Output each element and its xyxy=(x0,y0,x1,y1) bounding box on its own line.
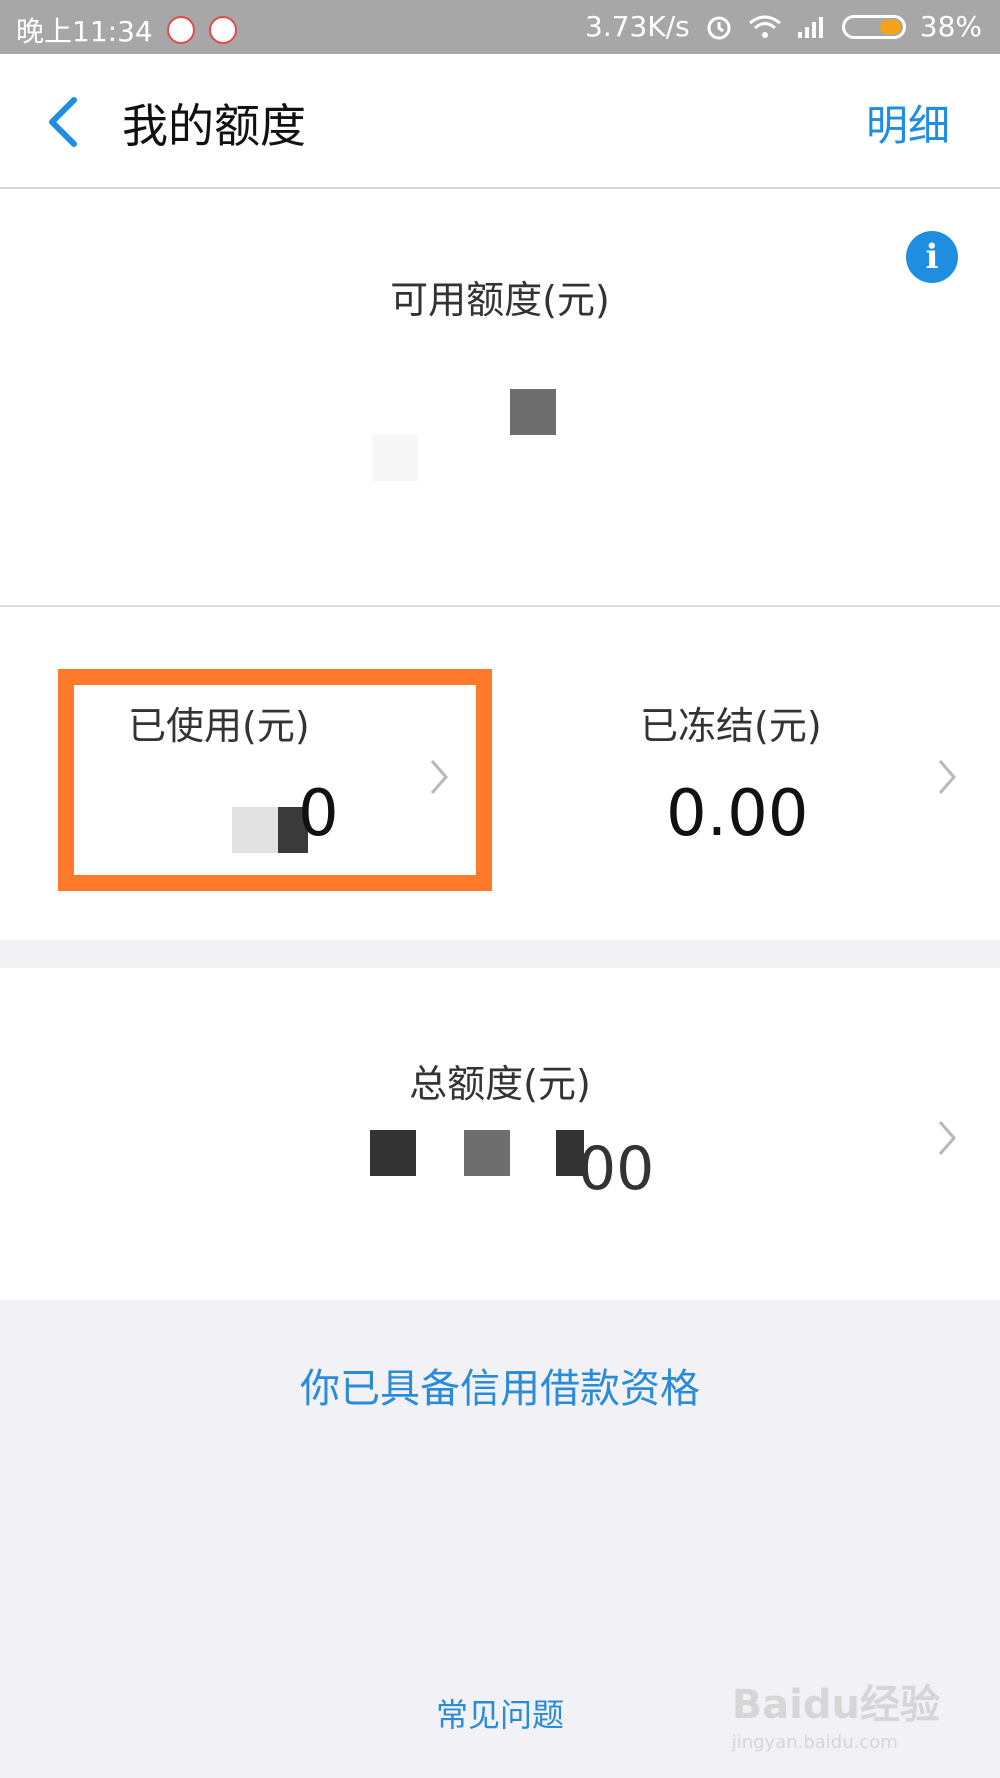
watermark-brand: Baidu经验 xyxy=(731,1682,940,1728)
obscured-total-value xyxy=(370,1130,416,1176)
battery-icon xyxy=(841,14,906,39)
wifi-icon xyxy=(748,15,781,38)
notification-app-icon xyxy=(166,16,195,44)
used-credit-cell[interactable]: 已使用(元) 0 xyxy=(0,607,500,940)
obscured-available-value-2 xyxy=(372,435,418,481)
battery-fill xyxy=(879,19,901,34)
notification-app-icon-2 xyxy=(208,16,237,44)
page-title: 我的额度 xyxy=(122,99,306,153)
obscured-total-value-2 xyxy=(464,1130,510,1176)
status-right: 3.73K/s 38% xyxy=(585,10,982,43)
highlight-annotation-box xyxy=(58,669,492,891)
chevron-right-icon[interactable] xyxy=(932,755,962,799)
battery-percent: 38% xyxy=(919,10,982,43)
baidu-watermark: Baidu经验 jingyan.baidu.com xyxy=(732,1672,940,1753)
chevron-right-icon[interactable] xyxy=(932,1116,962,1160)
watermark-url: jingyan.baidu.com xyxy=(731,1732,898,1753)
frozen-credit-label: 已冻结(元) xyxy=(640,704,822,748)
frozen-credit-cell[interactable]: 已冻结(元) 0.00 xyxy=(500,607,1000,940)
total-credit-label: 总额度(元) xyxy=(409,1062,591,1106)
available-credit-section: i 可用额度(元) xyxy=(0,189,1000,605)
eligibility-notice: 你已具备信用借款资格 xyxy=(300,1366,700,1412)
obscured-available-value xyxy=(510,389,556,435)
status-left: 晚上11:34 xyxy=(16,10,237,50)
network-speed: 3.73K/s xyxy=(585,10,690,43)
total-credit-value-fragment: 00 xyxy=(578,1134,655,1204)
credit-stats-section: 已使用(元) 0 已冻结(元) 0.00 xyxy=(0,607,1000,940)
signal-icon xyxy=(797,16,823,38)
footer-section: 你已具备信用借款资格 常见问题 Baidu经验 jingyan.baidu.co… xyxy=(0,1300,1000,1778)
frozen-credit-value: 0.00 xyxy=(666,777,809,851)
available-credit-label: 可用额度(元) xyxy=(390,278,610,322)
status-time: 晚上11:34 xyxy=(16,15,153,48)
status-bar: 晚上11:34 3.73K/s 38% xyxy=(0,0,1000,54)
details-button[interactable]: 明细 xyxy=(866,92,950,153)
alarm-icon xyxy=(707,16,731,39)
back-icon[interactable] xyxy=(40,92,90,152)
nav-bar: 我的额度 明细 xyxy=(0,54,1000,189)
section-gap xyxy=(0,940,1000,968)
total-credit-section[interactable]: 总额度(元) 00 xyxy=(0,968,1000,1300)
